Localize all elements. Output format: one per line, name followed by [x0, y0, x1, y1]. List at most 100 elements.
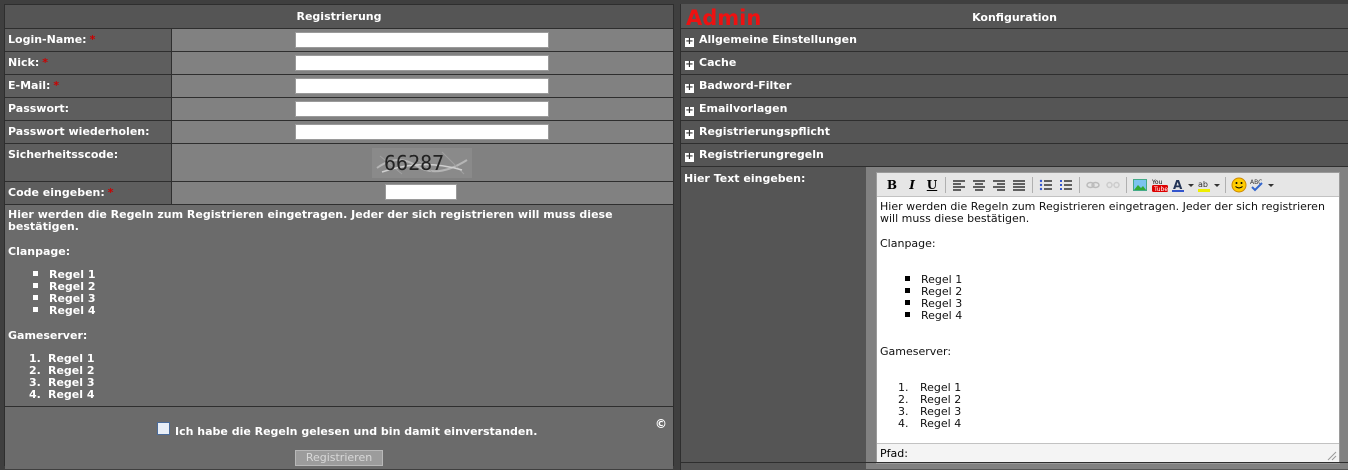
smiley-icon[interactable] — [1229, 176, 1249, 194]
rich-text-editor: B I U You Tube A ab ABC Hier werden die … — [876, 172, 1340, 464]
bullet-list-icon[interactable] — [1036, 176, 1056, 194]
unlink-icon[interactable] — [1103, 176, 1123, 194]
code-label: Code eingeben: — [8, 186, 105, 199]
list-item: 4. Regel 4 — [29, 388, 95, 401]
list-item: 3. Regel 3 — [898, 405, 962, 418]
email-label: E-Mail: — [8, 79, 51, 92]
password-repeat-label: Passwort wiederholen: — [8, 125, 150, 138]
list-item: 3. Regel 3 — [29, 376, 95, 389]
list-item: Regel 1 — [33, 269, 670, 281]
admin-badge: Admin — [686, 6, 762, 30]
captcha-text: 66287 — [384, 151, 444, 175]
config-title: Konfiguration — [681, 4, 1348, 29]
password-label: Passwort: — [8, 102, 70, 115]
link-icon[interactable] — [1083, 176, 1103, 194]
password-row: Passwort: — [5, 98, 673, 121]
required-marker: * — [53, 79, 60, 92]
clanpage-heading: Clanpage: — [8, 245, 71, 258]
image-icon[interactable] — [1130, 176, 1150, 194]
editor-intro: Hier werden die Regeln zum Registrieren … — [880, 200, 1325, 225]
font-color-icon[interactable]: A — [1170, 176, 1196, 194]
gameserver-rules-list: 1. Regel 1 2. Regel 2 3. Regel 3 4. Regel 4 — [29, 353, 670, 401]
section-cache[interactable]: + Cache — [681, 52, 1348, 75]
expand-icon[interactable]: + — [685, 37, 694, 47]
list-item: 1. Regel 1 — [29, 352, 95, 365]
security-code-label: Sicherheitsscode: — [5, 144, 172, 181]
captcha-image: 66287 — [372, 148, 472, 178]
required-marker: * — [107, 186, 114, 199]
rules-text: Hier werden die Regeln zum Registrieren … — [5, 205, 673, 407]
registration-panel: Registrierung Login-Name: * Nick: * E-Mail… — [4, 4, 674, 469]
editor-path-bar: Pfad: — [877, 443, 1339, 463]
expand-icon[interactable]: + — [685, 60, 694, 70]
list-item: Regel 1 — [905, 274, 1336, 286]
align-right-icon[interactable] — [989, 176, 1009, 194]
gameserver-heading: Gameserver: — [8, 329, 88, 342]
expand-icon[interactable]: + — [685, 106, 694, 116]
youtube-icon[interactable]: You Tube — [1150, 176, 1170, 194]
code-input[interactable] — [385, 184, 457, 200]
email-row: E-Mail: * — [5, 75, 673, 98]
italic-icon[interactable]: I — [902, 176, 922, 194]
required-marker: * — [42, 56, 48, 69]
section-email-templates[interactable]: + Emailvorlagen — [681, 98, 1348, 121]
security-code-row: Sicherheitsscode: 66287 — [5, 144, 673, 182]
svg-text:ab: ab — [1198, 180, 1208, 189]
list-item: Regel 2 — [33, 281, 670, 293]
nick-row: Nick: * — [5, 52, 673, 75]
svg-text:You: You — [1152, 179, 1163, 186]
registration-title: Registrierung — [5, 5, 673, 29]
editor-clanpage-list: Regel 1 Regel 2 Regel 3 Regel 4 — [905, 274, 1336, 322]
bold-icon[interactable]: B — [882, 176, 902, 194]
clanpage-rules-list: Regel 1 Regel 2 Regel 3 Regel 4 — [33, 269, 670, 317]
align-center-icon[interactable] — [969, 176, 989, 194]
expand-icon[interactable]: + — [685, 152, 694, 162]
section-badword-filter[interactable]: + Badword-Filter — [681, 75, 1348, 98]
editor-clanpage-heading: Clanpage: — [880, 237, 936, 250]
password-repeat-input[interactable] — [295, 124, 549, 140]
copyright-icon: © — [655, 417, 667, 431]
section-registration-rules[interactable]: + Registrierungregeln — [681, 144, 1348, 167]
editor-row: Hier Text eingeben: B I U You Tube A ab … — [681, 167, 1348, 469]
spellcheck-icon[interactable]: ABC — [1249, 176, 1275, 194]
numbered-list-icon[interactable] — [1056, 176, 1076, 194]
register-button[interactable]: Registrieren — [295, 450, 383, 466]
list-item: Regel 4 — [33, 305, 670, 317]
list-item: 2. Regel 2 — [898, 393, 962, 406]
list-item: 2. Regel 2 — [29, 364, 95, 377]
resize-handle-icon[interactable] — [1327, 451, 1337, 461]
align-left-icon[interactable] — [949, 176, 969, 194]
agree-checkbox[interactable] — [157, 422, 170, 435]
section-registration-required[interactable]: + Registrierungspflicht — [681, 121, 1348, 144]
password-input[interactable] — [295, 101, 549, 117]
expand-icon[interactable]: + — [685, 129, 694, 139]
path-label: Pfad: — [880, 447, 908, 460]
list-item: 4. Regel 4 — [898, 417, 962, 430]
agree-label[interactable]: Ich habe die Regeln gelesen und bin dami… — [175, 425, 537, 438]
password-repeat-row: Passwort wiederholen: — [5, 121, 673, 144]
expand-icon[interactable]: + — [685, 83, 694, 93]
justify-icon[interactable] — [1009, 176, 1029, 194]
svg-text:A: A — [1173, 178, 1183, 192]
list-item: Regel 3 — [33, 293, 670, 305]
login-name-label: Login-Name: — [8, 33, 87, 46]
nick-label: Nick: — [8, 56, 40, 69]
highlight-icon[interactable]: ab — [1196, 176, 1222, 194]
editor-label: Hier Text eingeben: — [684, 172, 806, 185]
section-general-settings[interactable]: + Allgemeine Einstellungen — [681, 29, 1348, 52]
editor-gameserver-list: 1. Regel 1 2. Regel 2 3. Regel 3 4. Regel 4 — [898, 382, 1336, 430]
list-item: Regel 3 — [905, 298, 1336, 310]
editor-content[interactable]: Hier werden die Regeln zum Registrieren … — [877, 197, 1339, 439]
login-name-row: Login-Name: * — [5, 29, 673, 52]
nick-input[interactable] — [295, 55, 549, 71]
required-marker: * — [89, 33, 96, 46]
underline-icon[interactable]: U — [922, 176, 942, 194]
list-item: Regel 2 — [905, 286, 1336, 298]
registration-footer: Ich habe die Regeln gelesen und bin dami… — [5, 407, 673, 469]
login-name-input[interactable] — [295, 32, 549, 48]
list-item: Regel 4 — [905, 310, 1336, 322]
email-input[interactable] — [295, 78, 549, 94]
admin-panel: Admin Konfiguration + Allgemeine Einstell… — [680, 4, 1348, 470]
code-row: Code eingeben: * — [5, 182, 673, 205]
editor-toolbar: B I U You Tube A ab ABC — [877, 173, 1339, 197]
